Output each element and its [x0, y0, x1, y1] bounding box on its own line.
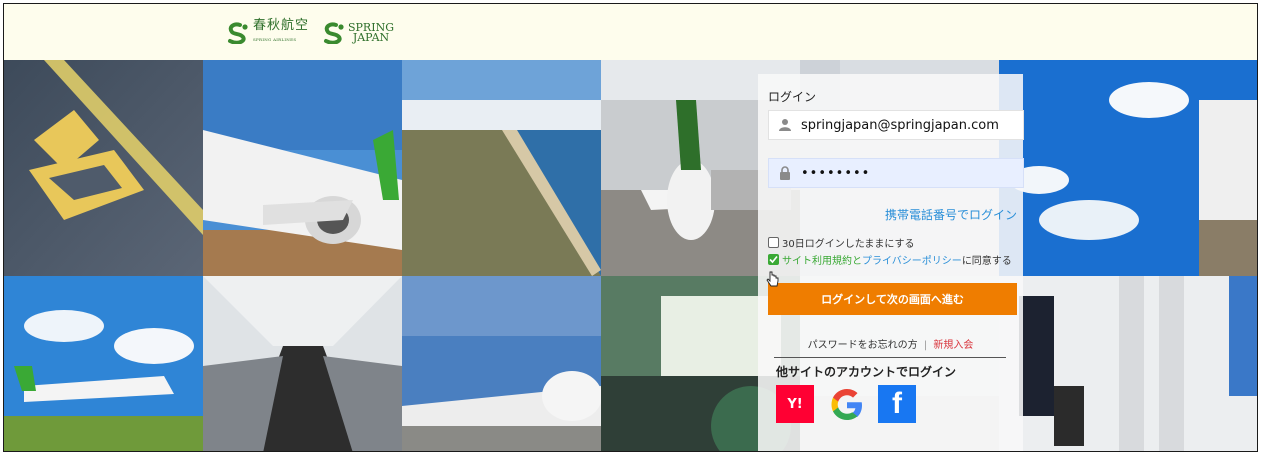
password-value: ••••••••	[801, 165, 871, 181]
spring-airlines-logo[interactable]: 春秋航空 SPRING AIRLINES	[226, 18, 309, 48]
link-separator: |	[923, 340, 928, 351]
email-field[interactable]: springjapan@springjapan.com	[768, 110, 1024, 140]
agree-and-text: と	[852, 256, 862, 267]
terms-link[interactable]: サイト利用規約	[782, 252, 852, 267]
spring-logo-icon	[324, 22, 344, 44]
page-frame: 春秋航空 SPRING AIRLINES SPRING JAPAN ログイン s…	[3, 3, 1258, 452]
site-header: 春秋航空 SPRING AIRLINES SPRING JAPAN	[4, 4, 1257, 60]
register-link[interactable]: 新規入会	[933, 340, 973, 351]
traveler-photo	[999, 276, 1257, 451]
facebook-icon[interactable]: f	[878, 385, 916, 423]
spring-japan-logo[interactable]: SPRING JAPAN	[322, 18, 394, 48]
agree-checkbox[interactable]	[768, 254, 779, 265]
remember-label: 30日ログインしたままにする	[782, 239, 915, 250]
spring-logo-icon	[228, 22, 248, 44]
photo-mosaic	[4, 60, 1257, 451]
checkmark-icon	[769, 255, 778, 264]
divider	[774, 357, 1006, 358]
agree-row: サイト利用規約 と プライバシーポリシー に同意する	[768, 252, 1012, 267]
user-icon	[769, 118, 801, 132]
logo-cn-subtext: SPRING AIRLINES	[253, 37, 297, 42]
remember-checkbox[interactable]	[768, 237, 779, 248]
cursor-icon	[766, 271, 779, 287]
login-submit-button[interactable]: ログインして次の画面へ進む	[768, 283, 1017, 315]
privacy-link[interactable]: プライバシーポリシー	[862, 252, 962, 267]
logo-cn-text: 春秋航空	[253, 18, 310, 33]
forgot-password-link[interactable]: パスワードをお忘れの方	[808, 340, 918, 351]
login-title: ログイン	[768, 90, 817, 104]
google-icon[interactable]	[827, 385, 867, 425]
landing-aircraft-photo	[4, 276, 203, 451]
runway-photo	[4, 60, 203, 276]
phone-login-link[interactable]: 携帯電話番号でログイン	[885, 206, 1017, 223]
login-panel: ログイン springjapan@springjapan.com •••••••…	[758, 74, 1024, 451]
remember-row: 30日ログインしたままにする	[768, 235, 915, 250]
agree-suffix: に同意する	[961, 256, 1012, 267]
tarmac-aircraft-photo	[402, 276, 601, 451]
coastline-aerial-photo	[402, 60, 601, 276]
blue-sky-photo	[999, 60, 1257, 276]
aircraft-closeup-photo	[203, 60, 402, 276]
account-links: パスワードをお忘れの方 | 新規入会	[758, 336, 1023, 351]
logo-en-line2: JAPAN	[352, 31, 390, 44]
cabin-interior-photo	[203, 276, 402, 451]
email-value: springjapan@springjapan.com	[801, 117, 999, 133]
social-login-title: 他サイトのアカウントでログイン	[776, 365, 957, 379]
yahoo-icon[interactable]: Y!	[776, 385, 814, 423]
lock-icon	[769, 166, 801, 180]
password-field[interactable]: ••••••••	[768, 158, 1024, 188]
